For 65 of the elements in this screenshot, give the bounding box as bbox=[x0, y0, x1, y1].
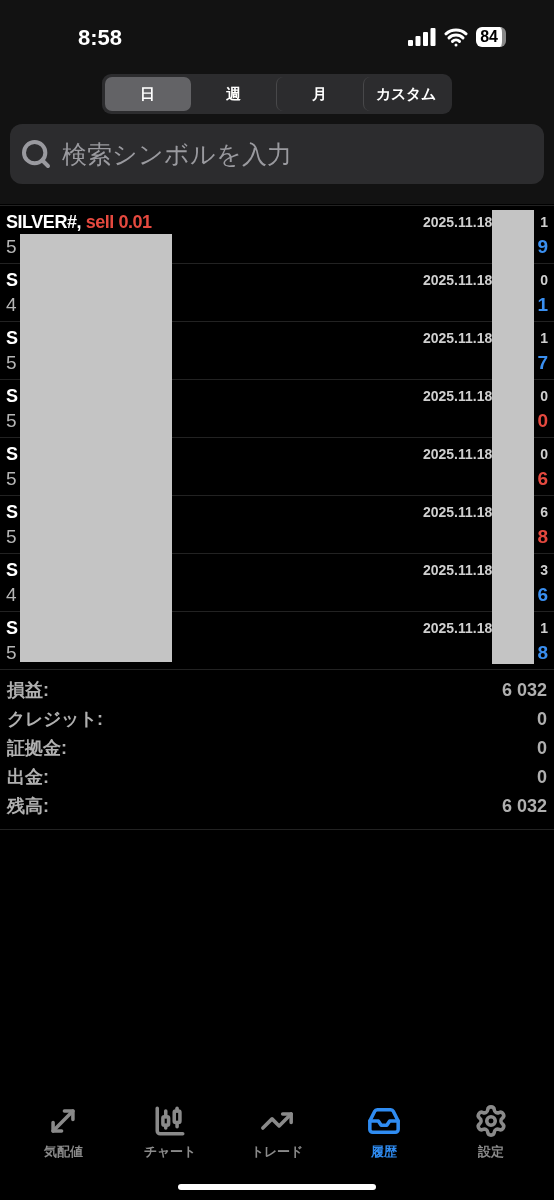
deal-profit: 8 bbox=[537, 640, 548, 665]
deal-price: 4 bbox=[6, 582, 17, 607]
deal-profit: 1 bbox=[537, 292, 548, 317]
summary-label: 残高: bbox=[7, 795, 49, 818]
summary-label: 損益: bbox=[7, 679, 49, 702]
deal-profit: 7 bbox=[537, 350, 548, 375]
period-tab[interactable]: 週 bbox=[190, 77, 276, 111]
deal-date: 2025.11.18 bbox=[422, 618, 493, 638]
deal-date: 2025.11.18 bbox=[422, 212, 493, 232]
summary-label: 出金: bbox=[7, 766, 49, 789]
deal-price: 5 bbox=[6, 640, 17, 665]
deal-price: 5 bbox=[6, 408, 17, 433]
period-tab[interactable]: カスタム bbox=[362, 77, 449, 111]
period-tab[interactable]: 月 bbox=[276, 77, 363, 111]
deal-profit: 6 bbox=[537, 466, 548, 491]
deal-time: 1 bbox=[540, 618, 548, 638]
deal-symbol: S bbox=[6, 616, 18, 640]
tab-bar-item[interactable]: トレード bbox=[237, 1104, 317, 1164]
deal-profit: 9 bbox=[537, 234, 548, 259]
deal-symbol: SILVER#, sell 0.01 bbox=[6, 210, 152, 234]
deal-date: 2025.11.18 bbox=[422, 386, 493, 406]
deal-date: 2025.11.18 bbox=[422, 560, 493, 580]
deal-symbol: S bbox=[6, 384, 18, 408]
deal-date: 2025.11.18 bbox=[422, 270, 493, 290]
settings-icon bbox=[473, 1104, 508, 1138]
deal-symbol: S bbox=[6, 326, 18, 350]
tab-bar-item[interactable]: 設定 bbox=[450, 1104, 531, 1164]
tab-bar-item[interactable]: 気配値 bbox=[23, 1104, 104, 1164]
deal-date: 2025.11.18 bbox=[422, 444, 493, 464]
tab-bar-item[interactable]: チャート bbox=[130, 1104, 211, 1164]
deal-time: 0 bbox=[540, 386, 548, 406]
summary-value: 0 bbox=[537, 737, 547, 760]
signal-icon bbox=[408, 28, 437, 46]
summary-value: 6 032 bbox=[501, 795, 547, 818]
period-tab[interactable]: 日 bbox=[105, 77, 191, 111]
deal-price: 5 bbox=[6, 350, 17, 375]
deal-time: 0 bbox=[540, 270, 548, 290]
deal-time: 0 bbox=[540, 444, 548, 464]
deal-price: 5 bbox=[6, 234, 17, 259]
search-icon bbox=[20, 138, 52, 170]
deal-profit: 6 bbox=[537, 582, 548, 607]
deal-symbol: S bbox=[6, 500, 18, 524]
deal-profit: 8 bbox=[537, 524, 548, 549]
search-field[interactable]: 検索シンボルを入力 bbox=[10, 124, 544, 184]
deal-time: 6 bbox=[540, 502, 548, 522]
deal-price: 4 bbox=[6, 292, 17, 317]
summary-value: 0 bbox=[537, 766, 547, 789]
deal-symbol: S bbox=[6, 442, 18, 466]
deal-date: 2025.11.18 bbox=[422, 328, 493, 348]
summary-value: 0 bbox=[537, 708, 547, 731]
status-time: 8:58 bbox=[78, 23, 123, 52]
battery-indicator: 84 bbox=[476, 27, 506, 47]
summary-label: クレジット: bbox=[7, 708, 103, 731]
summary-value: 6 032 bbox=[501, 679, 547, 702]
summary-label: 証拠金: bbox=[7, 737, 67, 760]
deal-time: 3 bbox=[540, 560, 548, 580]
deal-symbol: S bbox=[6, 268, 18, 292]
deal-profit: 0 bbox=[537, 408, 548, 433]
tab-bar-item[interactable]: 履歴 bbox=[343, 1104, 424, 1164]
deal-date: 2025.11.18 bbox=[422, 502, 493, 522]
deal-symbol: S bbox=[6, 558, 18, 582]
deal-price: 5 bbox=[6, 524, 17, 549]
deal-time: 1 bbox=[540, 328, 548, 348]
deal-time: 1 bbox=[540, 212, 548, 232]
deal-price: 5 bbox=[6, 466, 17, 491]
